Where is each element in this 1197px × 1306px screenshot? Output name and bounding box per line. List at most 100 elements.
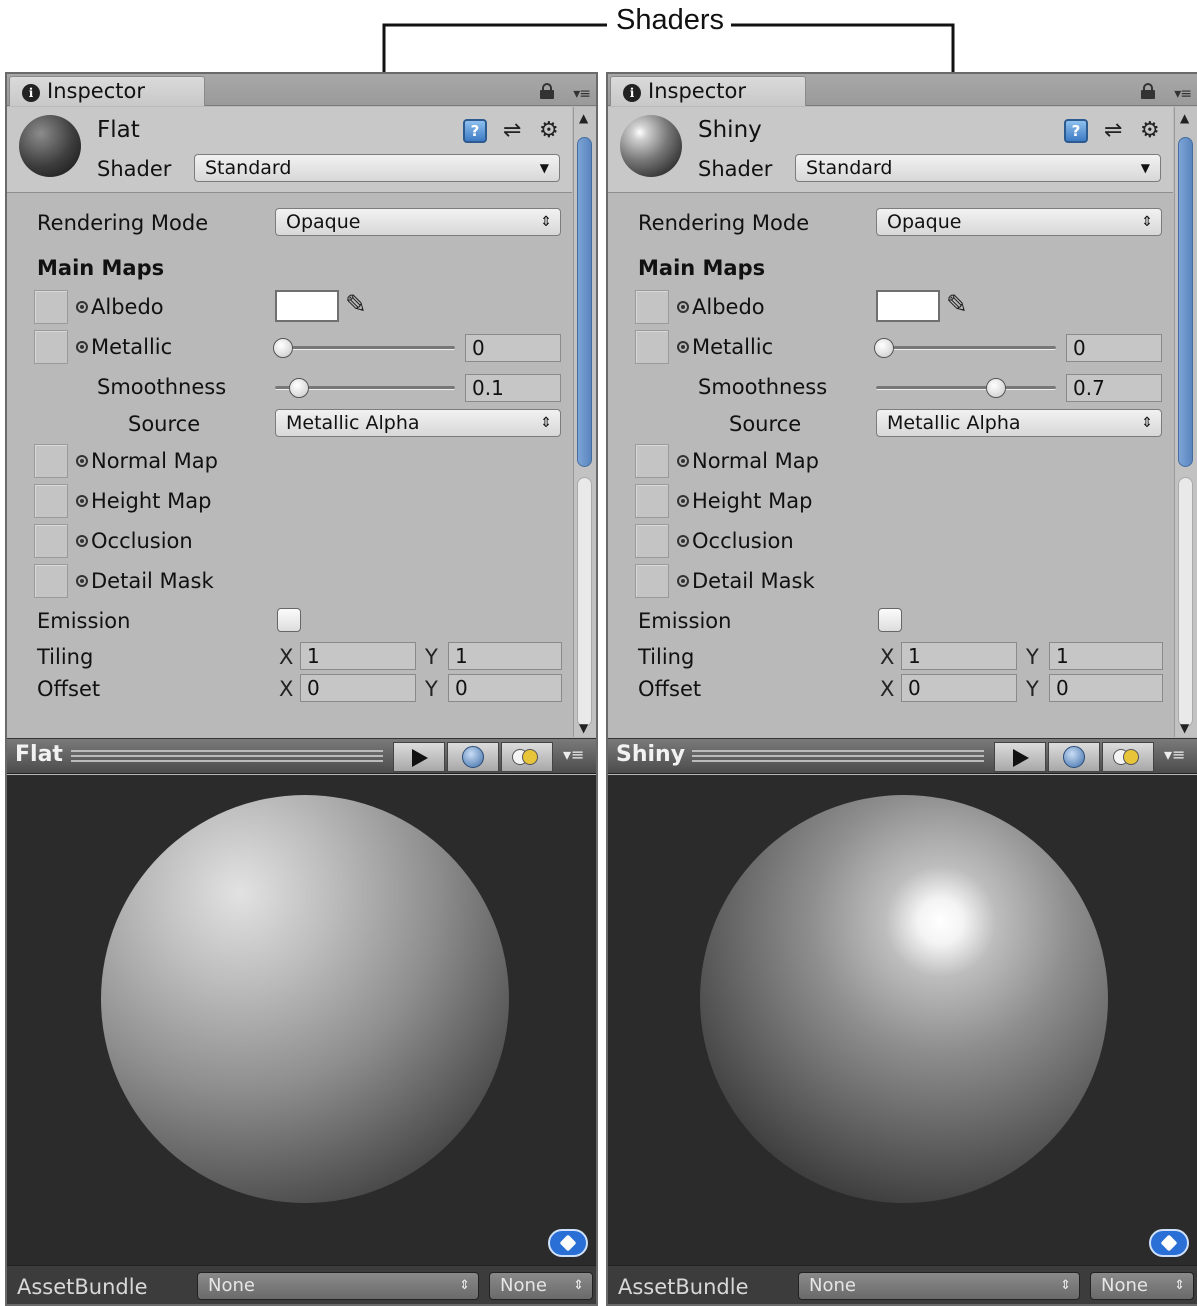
metallic-value-field[interactable]: 0 — [1066, 334, 1162, 362]
preview-mesh-button[interactable] — [1048, 742, 1100, 772]
settings-icon[interactable]: ⇌ — [1104, 119, 1128, 143]
tag-icon[interactable] — [548, 1229, 588, 1257]
vertical-scrollbar[interactable]: ▲ ▼ — [1174, 107, 1197, 737]
preview-lights-button[interactable] — [1102, 742, 1154, 772]
metallic-slider[interactable] — [273, 338, 455, 358]
chevron-down-icon: ▼ — [539, 161, 549, 175]
metallic-value-field[interactable]: 0 — [465, 334, 561, 362]
scroll-thumb[interactable] — [577, 137, 592, 467]
vertical-scrollbar[interactable]: ▲ ▼ — [573, 107, 596, 737]
preview-drag-handle[interactable] — [692, 750, 984, 762]
source-dropdown[interactable]: Metallic Alpha ⇕ — [876, 409, 1162, 437]
scroll-down-arrow-icon[interactable]: ▼ — [579, 721, 588, 735]
preview-drag-handle[interactable] — [71, 750, 383, 762]
inspector-tab[interactable]: i Inspector — [610, 76, 806, 106]
offset-y-field[interactable]: 0 — [1049, 674, 1163, 702]
height-map-slot[interactable] — [34, 484, 68, 518]
scroll-thumb[interactable] — [1178, 137, 1193, 467]
smoothness-slider[interactable] — [275, 378, 455, 398]
scroll-down-arrow-icon[interactable]: ▼ — [1180, 721, 1189, 735]
assetbundle-variant-dropdown[interactable]: None ⇕ — [1090, 1272, 1194, 1300]
shader-dropdown[interactable]: Standard ▼ — [795, 154, 1161, 182]
object-picker-icon[interactable] — [76, 301, 88, 313]
play-button[interactable] — [994, 742, 1046, 772]
lock-icon[interactable] — [1141, 83, 1155, 99]
emission-checkbox[interactable] — [878, 608, 902, 632]
smoothness-value-field[interactable]: 0.7 — [1066, 374, 1162, 402]
object-picker-icon[interactable] — [76, 495, 88, 507]
lock-icon[interactable] — [540, 83, 554, 99]
object-picker-icon[interactable] — [677, 575, 689, 587]
eyedropper-icon[interactable]: ✎ — [345, 290, 367, 320]
albedo-texture-slot[interactable] — [34, 290, 68, 324]
scroll-up-arrow-icon[interactable]: ▲ — [1180, 111, 1189, 125]
metallic-slider[interactable] — [874, 338, 1056, 358]
shaders-callout-label: Shaders — [612, 4, 729, 37]
inspector-tab[interactable]: i Inspector — [9, 76, 205, 106]
rendering-mode-dropdown[interactable]: Opaque ⇕ — [876, 208, 1162, 236]
inspector-tab-bar: i Inspector ▾≡ — [608, 74, 1197, 106]
tiling-x-field[interactable]: 1 — [300, 642, 416, 670]
object-picker-icon[interactable] — [677, 341, 689, 353]
normal-map-slot[interactable] — [635, 444, 669, 478]
offset-x-field[interactable]: 0 — [901, 674, 1017, 702]
tag-icon[interactable] — [1149, 1229, 1189, 1257]
panel-menu-icon[interactable]: ▾≡ — [573, 86, 591, 102]
help-icon[interactable]: ? — [463, 119, 487, 143]
smoothness-slider-knob[interactable] — [986, 378, 1006, 398]
eyedropper-icon[interactable]: ✎ — [946, 290, 968, 320]
preview-menu-icon[interactable]: ▾≡ — [1164, 745, 1185, 764]
albedo-color-swatch[interactable] — [876, 290, 940, 322]
tiling-x-field[interactable]: 1 — [901, 642, 1017, 670]
assetbundle-name-dropdown[interactable]: None ⇕ — [798, 1272, 1080, 1300]
rendering-mode-value: Opaque — [887, 211, 962, 233]
preview-mesh-button[interactable] — [447, 742, 499, 772]
object-picker-icon[interactable] — [76, 535, 88, 547]
assetbundle-name-dropdown[interactable]: None ⇕ — [197, 1272, 479, 1300]
object-picker-icon[interactable] — [76, 455, 88, 467]
scroll-up-arrow-icon[interactable]: ▲ — [579, 111, 588, 125]
object-picker-icon[interactable] — [677, 495, 689, 507]
object-picker-icon[interactable] — [677, 535, 689, 547]
object-picker-icon[interactable] — [76, 575, 88, 587]
preview-menu-icon[interactable]: ▾≡ — [563, 745, 584, 764]
gear-icon[interactable]: ⚙ — [1140, 119, 1164, 143]
tiling-y-field[interactable]: 1 — [448, 642, 562, 670]
offset-y-field[interactable]: 0 — [448, 674, 562, 702]
rendering-mode-dropdown[interactable]: Opaque ⇕ — [275, 208, 561, 236]
play-button[interactable] — [393, 742, 445, 772]
shader-dropdown[interactable]: Standard ▼ — [194, 154, 560, 182]
occlusion-slot[interactable] — [635, 524, 669, 558]
smoothness-value-field[interactable]: 0.1 — [465, 374, 561, 402]
metallic-texture-slot[interactable] — [34, 330, 68, 364]
assetbundle-variant-dropdown[interactable]: None ⇕ — [489, 1272, 593, 1300]
occlusion-label: Occlusion — [677, 529, 794, 553]
gear-icon[interactable]: ⚙ — [539, 119, 563, 143]
panel-menu-icon[interactable]: ▾≡ — [1174, 86, 1192, 102]
help-icon[interactable]: ? — [1064, 119, 1088, 143]
normal-map-slot[interactable] — [34, 444, 68, 478]
offset-x-field[interactable]: 0 — [300, 674, 416, 702]
emission-checkbox[interactable] — [277, 608, 301, 632]
metallic-slider-knob[interactable] — [874, 338, 894, 358]
material-preview[interactable] — [7, 775, 596, 1265]
source-label: Source — [729, 412, 802, 436]
preview-lights-button[interactable] — [501, 742, 553, 772]
tiling-y-field[interactable]: 1 — [1049, 642, 1163, 670]
settings-icon[interactable]: ⇌ — [503, 119, 527, 143]
smoothness-slider[interactable] — [876, 378, 1056, 398]
metallic-texture-slot[interactable] — [635, 330, 669, 364]
albedo-color-swatch[interactable] — [275, 290, 339, 322]
object-picker-icon[interactable] — [677, 455, 689, 467]
occlusion-slot[interactable] — [34, 524, 68, 558]
albedo-texture-slot[interactable] — [635, 290, 669, 324]
source-dropdown[interactable]: Metallic Alpha ⇕ — [275, 409, 561, 437]
material-preview[interactable] — [608, 775, 1197, 1265]
object-picker-icon[interactable] — [76, 341, 88, 353]
detail-mask-slot[interactable] — [34, 564, 68, 598]
detail-mask-slot[interactable] — [635, 564, 669, 598]
height-map-slot[interactable] — [635, 484, 669, 518]
metallic-slider-knob[interactable] — [273, 338, 293, 358]
smoothness-slider-knob[interactable] — [289, 378, 309, 398]
object-picker-icon[interactable] — [677, 301, 689, 313]
